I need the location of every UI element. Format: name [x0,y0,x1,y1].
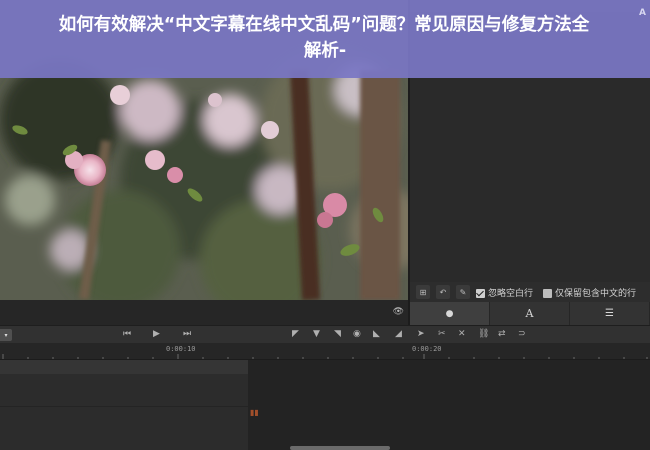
camera-icon[interactable]: ◉ [353,329,361,339]
track-headers [0,360,248,450]
speech-bubble-icon: ● [445,308,454,319]
tab-text[interactable]: A [490,302,570,325]
list-icon: ☰ [605,308,614,319]
pointer-icon[interactable]: ➤ [417,329,425,339]
timecode-label: 0:00:10 [166,345,196,353]
link-icon[interactable]: ⛓ [478,329,489,339]
timeline-scrollbar[interactable] [290,446,390,450]
edit-icon[interactable]: ✎ [456,285,470,299]
mark-in-icon[interactable]: ◤ [292,329,299,339]
play-icon[interactable]: ▶ [153,329,160,339]
subtitle-panel [410,78,650,282]
keep-chinese-checkbox[interactable] [543,288,553,298]
banner-title-line1: 如何有效解决“中文字幕在线中文乱码”问题？常见原因与修复方法全 [58,15,590,35]
marker-out-icon[interactable]: ◢ [395,329,402,339]
subtitle-options-row: ⊞ ↶ ✎ 忽略空白行 仅保留包含中文的行 [410,282,650,302]
track-header-row[interactable] [0,360,248,374]
timeline-toolbar: ▾ ⏮ ▶ ⏭ ◤ ▼ ◥ ◉ ◣ ◢ ➤ ✂ ✕ ⛓ ⇄ ⊃ [0,325,650,343]
magnet-icon[interactable]: ⊃ [518,329,526,339]
ruler-ticks [2,354,648,359]
corner-label: A [639,8,646,18]
banner-title-line2: 解析- [303,41,347,61]
playhead-marker-icon[interactable]: ▮▮ [250,408,259,417]
ignore-blank-label: 忽略空白行 [488,288,534,299]
timecode-label: 0:00:20 [412,345,442,353]
skip-forward-icon[interactable]: ⏭ [183,329,191,339]
timeline-ruler[interactable]: 0:00:10 0:00:20 [0,343,650,360]
title-banner: 如何有效解决“中文字幕在线中文乱码”问题？常见原因与修复方法全 解析- A [0,0,650,78]
grid-icon[interactable]: ⊞ [416,285,430,299]
triangle-down-icon[interactable]: ▼ [313,329,320,339]
right-panel-tabs: ● A ☰ [410,302,650,325]
tab-list[interactable]: ☰ [570,302,650,325]
tab-subtitles[interactable]: ● [410,302,490,325]
delete-icon[interactable]: ✕ [458,329,466,339]
ignore-blank-checkbox[interactable] [476,288,485,298]
keep-chinese-label: 仅保留包含中文的行 [555,288,637,299]
keep-chinese-option[interactable]: 仅保留包含中文的行 [543,286,636,299]
track-divider [0,406,248,407]
swap-icon[interactable]: ⇄ [498,329,506,339]
preview-controls: 👁 [0,300,408,325]
skip-back-icon[interactable]: ⏮ [123,329,131,339]
razor-icon[interactable]: ✂ [438,329,446,339]
mark-out-icon[interactable]: ◥ [334,329,341,339]
text-icon: A [525,307,534,320]
undo-icon[interactable]: ↶ [436,285,450,299]
track-area[interactable] [248,360,650,450]
marker-in-icon[interactable]: ◣ [373,329,380,339]
chevron-down-icon[interactable]: ▾ [0,329,12,341]
ignore-blank-option[interactable]: 忽略空白行 [476,286,533,299]
eye-icon[interactable]: 👁 [393,307,404,317]
